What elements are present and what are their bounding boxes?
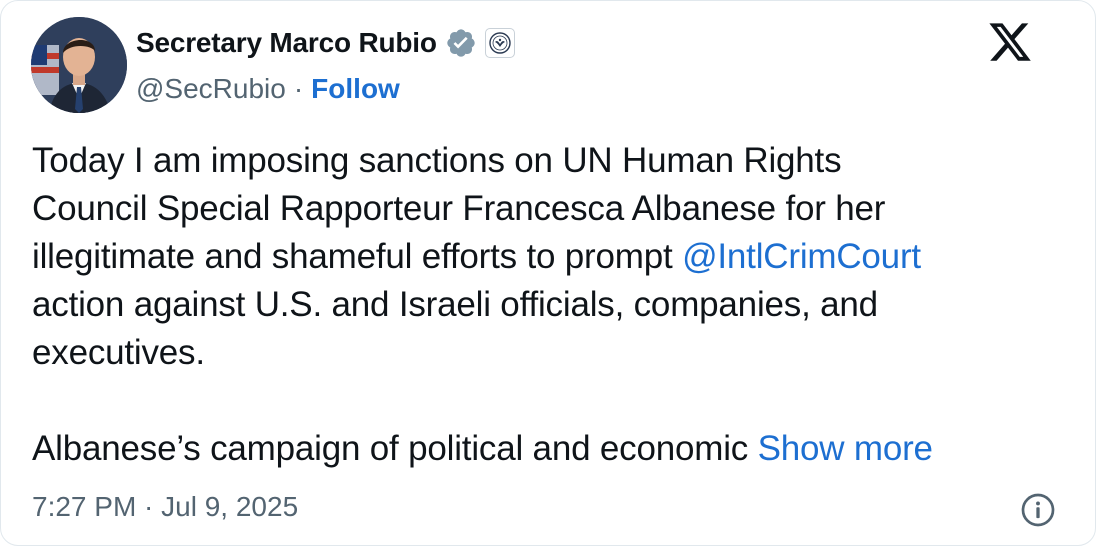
author-name-row: Secretary Marco Rubio (136, 23, 515, 63)
tweet-body: Today I am imposing sanctions on UN Huma… (32, 137, 1072, 377)
author-display-name[interactable]: Secretary Marco Rubio (136, 27, 437, 59)
x-logo-icon[interactable] (987, 19, 1033, 65)
author-handle[interactable]: @SecRubio (136, 73, 286, 105)
tweet-second-paragraph: Albanese’s campaign of political and eco… (32, 425, 933, 473)
tweet-line: illegitimate and shameful efforts to pro… (32, 233, 1072, 281)
avatar-photo (31, 17, 127, 113)
tweet-line-text: illegitimate and shameful efforts to pro… (32, 237, 683, 276)
state-department-seal-icon[interactable] (484, 28, 515, 58)
tweet-card: Secretary Marco Rubio @SecRubio · Follow… (0, 0, 1096, 546)
handle-separator: · (293, 73, 304, 104)
show-more-link[interactable]: Show more (758, 429, 933, 468)
tweet-line: executives. (32, 333, 205, 372)
tweet-line: action against U.S. and Israeli official… (32, 285, 878, 324)
tweet-timestamp[interactable]: 7:27 PM · Jul 9, 2025 (32, 491, 298, 523)
avatar[interactable] (31, 17, 127, 113)
mention-link[interactable]: @IntlCrimCourt (682, 237, 921, 276)
verified-badge-icon[interactable] (445, 27, 477, 59)
follow-button[interactable]: Follow (311, 73, 400, 105)
seal-graphic (489, 32, 511, 54)
tweet-line: Today I am imposing sanctions on UN Huma… (32, 141, 842, 180)
tweet-line-text: Albanese’s campaign of political and eco… (32, 429, 758, 468)
info-icon[interactable] (1020, 492, 1056, 528)
tweet-line: Council Special Rapporteur Francesca Alb… (32, 189, 886, 228)
handle-row: @SecRubio · Follow (136, 69, 400, 109)
